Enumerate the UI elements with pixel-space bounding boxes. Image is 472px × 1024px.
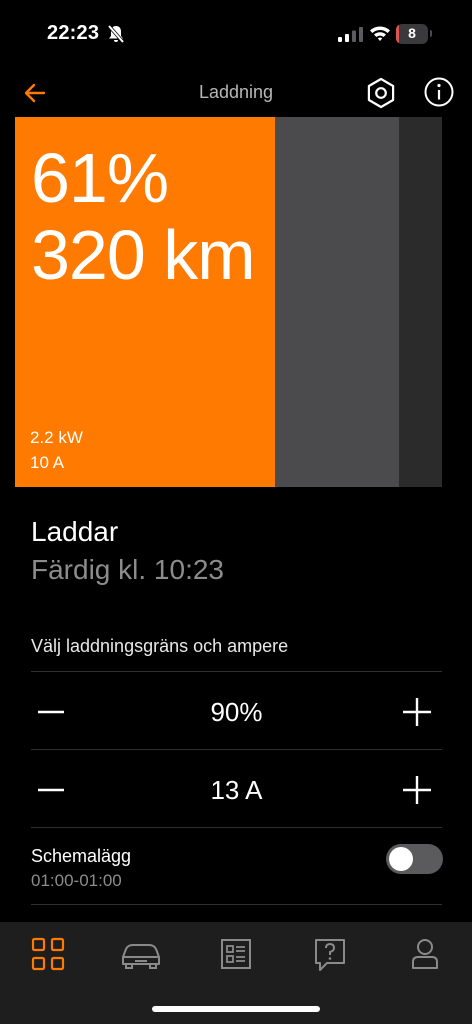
status-time: 22:23 (47, 22, 100, 44)
charge-current: 10 A (30, 453, 65, 472)
charge-limit-value: 90% (210, 697, 263, 727)
toggle-knob (389, 847, 413, 871)
settings-hexagon-icon[interactable] (364, 76, 398, 110)
schedule-label: Schemalägg (31, 846, 132, 866)
status-bar: 22:23 8 (0, 0, 472, 64)
amperage-stepper: 13 A (31, 751, 442, 827)
schedule-toggle[interactable] (386, 844, 443, 874)
signal-icon (338, 27, 363, 42)
info-icon[interactable] (423, 76, 455, 108)
limits-section-label: Välj laddningsgräns och ampere (31, 636, 289, 656)
profile-icon[interactable] (409, 937, 441, 971)
help-icon[interactable] (313, 937, 347, 973)
grid-icon[interactable] (31, 937, 65, 971)
battery-level: 8 (408, 25, 416, 41)
charge-percent: 61% (31, 139, 169, 217)
page-title: Laddning (198, 82, 274, 102)
charging-finish-time: Färdig kl. 10:23 (31, 554, 224, 585)
car-icon[interactable] (120, 937, 162, 971)
divider (31, 749, 442, 750)
charge-limit-stepper: 90% (31, 673, 442, 749)
charge-power: 2.2 kW (30, 428, 83, 447)
amperage-value: 13 A (210, 775, 263, 805)
charging-state: Laddar (31, 516, 119, 547)
battery-icon: 8 (396, 24, 428, 44)
divider (31, 904, 442, 905)
divider (31, 671, 442, 672)
divider (31, 827, 442, 828)
charge-level-panel: 61% 320 km 2.2 kW 10 A (15, 117, 442, 487)
home-indicator (152, 1006, 320, 1012)
list-icon[interactable] (220, 937, 252, 971)
amperage-increase-button[interactable] (402, 775, 432, 805)
wifi-icon (370, 26, 390, 41)
schedule-time-range: 01:00-01:00 (31, 871, 122, 890)
bell-muted-icon (107, 24, 125, 44)
battery-nub (430, 30, 432, 37)
charge-limit-increase-button[interactable] (402, 697, 432, 727)
charge-range: 320 km (31, 216, 256, 294)
